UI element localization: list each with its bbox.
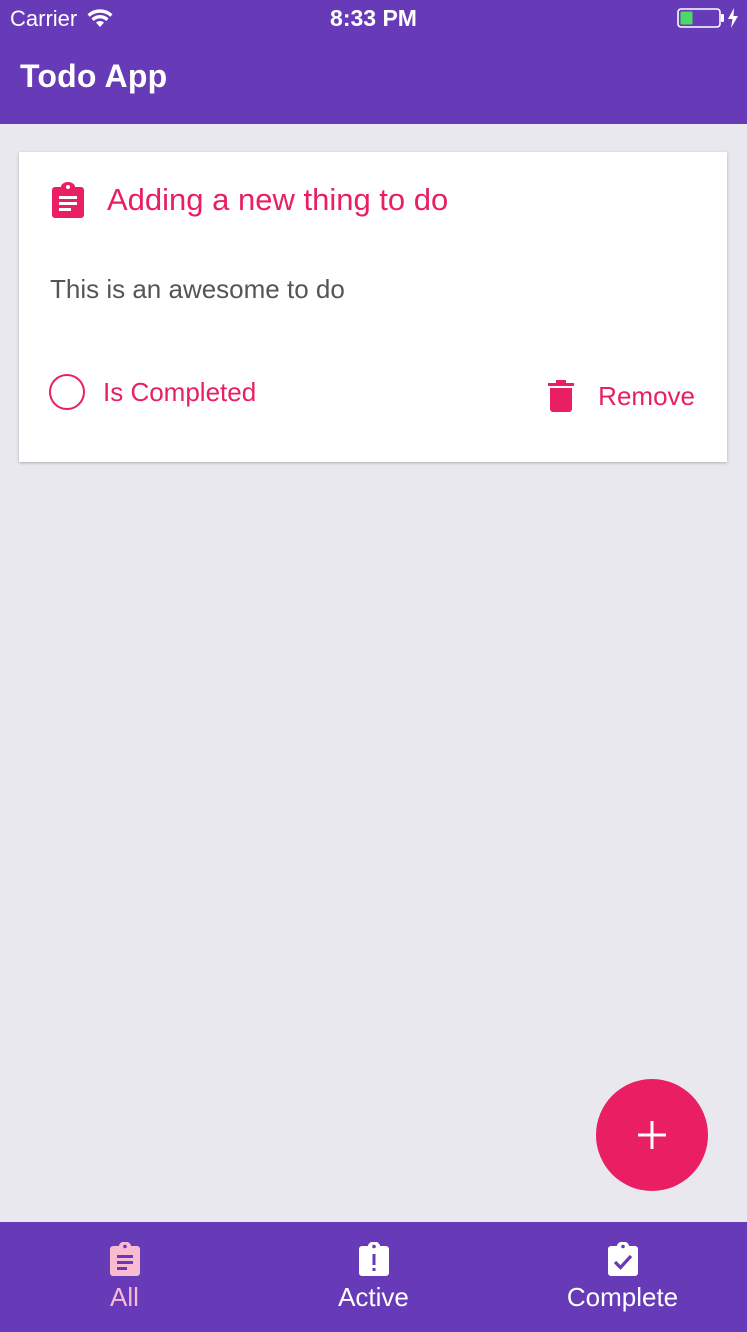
battery-icon (677, 8, 724, 28)
todo-screen: Carrier 8:33 PM Todo App Adding a new th… (0, 0, 747, 1332)
nav-label-active: Active (338, 1282, 409, 1312)
page-title: Todo App (20, 58, 168, 94)
add-todo-button[interactable] (596, 1079, 708, 1191)
nav-label-all: All (110, 1282, 139, 1312)
remove-label: Remove (598, 380, 695, 411)
bottom-nav: All Active Complete (0, 1222, 747, 1332)
is-completed-toggle[interactable]: Is Completed (49, 374, 256, 410)
clipboard-check-icon[interactable] (607, 1242, 639, 1276)
todo-title-row: Adding a new thing to do (51, 182, 448, 218)
charging-bolt-icon (728, 8, 738, 28)
nav-item-active[interactable]: Active (249, 1222, 498, 1332)
status-bar: Carrier 8:33 PM (0, 0, 747, 36)
unchecked-circle-icon[interactable] (49, 374, 85, 410)
is-completed-label: Is Completed (103, 376, 257, 407)
app-header: Carrier 8:33 PM Todo App (0, 0, 747, 124)
todo-description: This is an awesome to do (50, 274, 345, 304)
todo-title: Adding a new thing to do (107, 182, 449, 217)
nav-label-complete: Complete (566, 1282, 679, 1312)
clipboard-text-icon[interactable] (109, 1242, 141, 1276)
clipboard-alert-icon[interactable] (358, 1242, 390, 1276)
nav-item-complete[interactable]: Complete (498, 1222, 747, 1332)
todo-card: Adding a new thing to do This is an awes… (19, 152, 727, 462)
status-time: 8:33 PM (330, 5, 417, 31)
remove-button[interactable]: Remove (548, 380, 695, 412)
plus-icon[interactable] (636, 1119, 668, 1151)
nav-item-all[interactable]: All (0, 1222, 249, 1332)
trash-icon[interactable] (548, 380, 575, 412)
battery-indicator (677, 8, 739, 28)
clipboard-text-icon (52, 182, 84, 218)
